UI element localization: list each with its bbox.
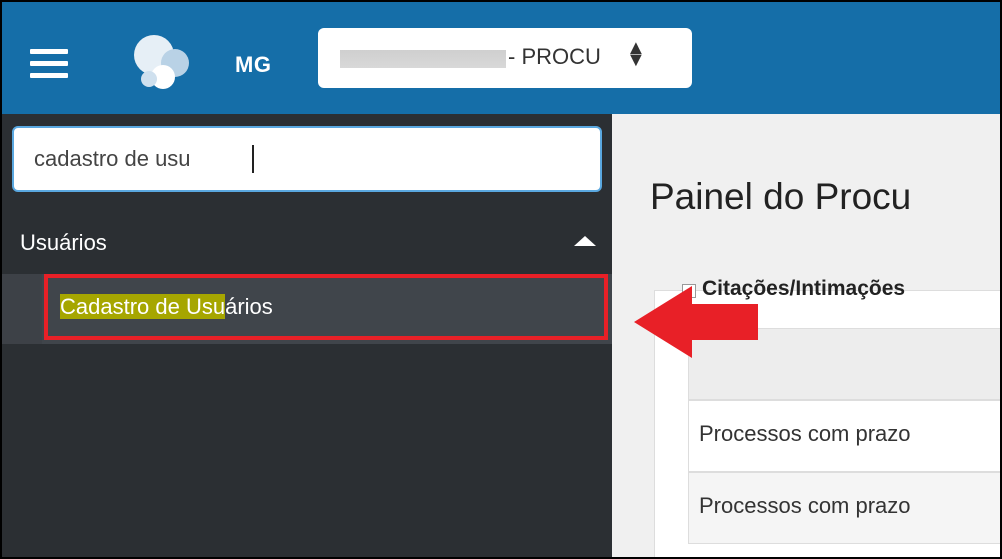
table-cell: Processos com prazo <box>699 421 911 446</box>
collapse-triangle-icon <box>574 236 596 246</box>
table-cell: Processos com prazo <box>699 493 911 518</box>
menu-search-input[interactable] <box>12 126 602 192</box>
uf-label: MG <box>235 52 272 77</box>
menu-group-usuarios[interactable]: Usuários <box>2 216 612 268</box>
table-row[interactable]: Processos com prazo <box>688 400 1000 472</box>
summary-table: Processos com prazo Processos com prazo <box>688 328 1000 557</box>
menu-group-label: Usuários <box>20 230 107 255</box>
text-cursor <box>252 145 254 173</box>
top-bar: MG - PROCU ▲ ▼ <box>2 2 1000 114</box>
menu-item-label: Cadastro de Usuários <box>60 294 273 320</box>
hamburger-menu-icon[interactable] <box>30 49 68 78</box>
select-sort-icon: ▲ ▼ <box>626 37 646 71</box>
menu-item-label-rest: ários <box>225 294 273 319</box>
sidebar: Usuários Cadastro de Usuários <box>2 114 612 557</box>
red-arrow-icon <box>634 286 758 358</box>
search-match-highlight: Cadastro de Usu <box>60 294 226 319</box>
organization-select[interactable]: - PROCU ▲ ▼ <box>318 28 692 88</box>
page-title: Painel do Procu <box>650 176 912 217</box>
organization-select-value: - PROCU <box>508 44 601 69</box>
redacted-text <box>340 50 506 68</box>
menu-item-cadastro-de-usuarios[interactable]: Cadastro de Usuários <box>2 274 612 344</box>
screenshot-frame: MG - PROCU ▲▼ Usuários Cadastro de Usuár… <box>0 0 1002 559</box>
table-row[interactable]: Processos com prazo <box>688 472 1000 544</box>
app-logo-icon <box>134 35 189 89</box>
